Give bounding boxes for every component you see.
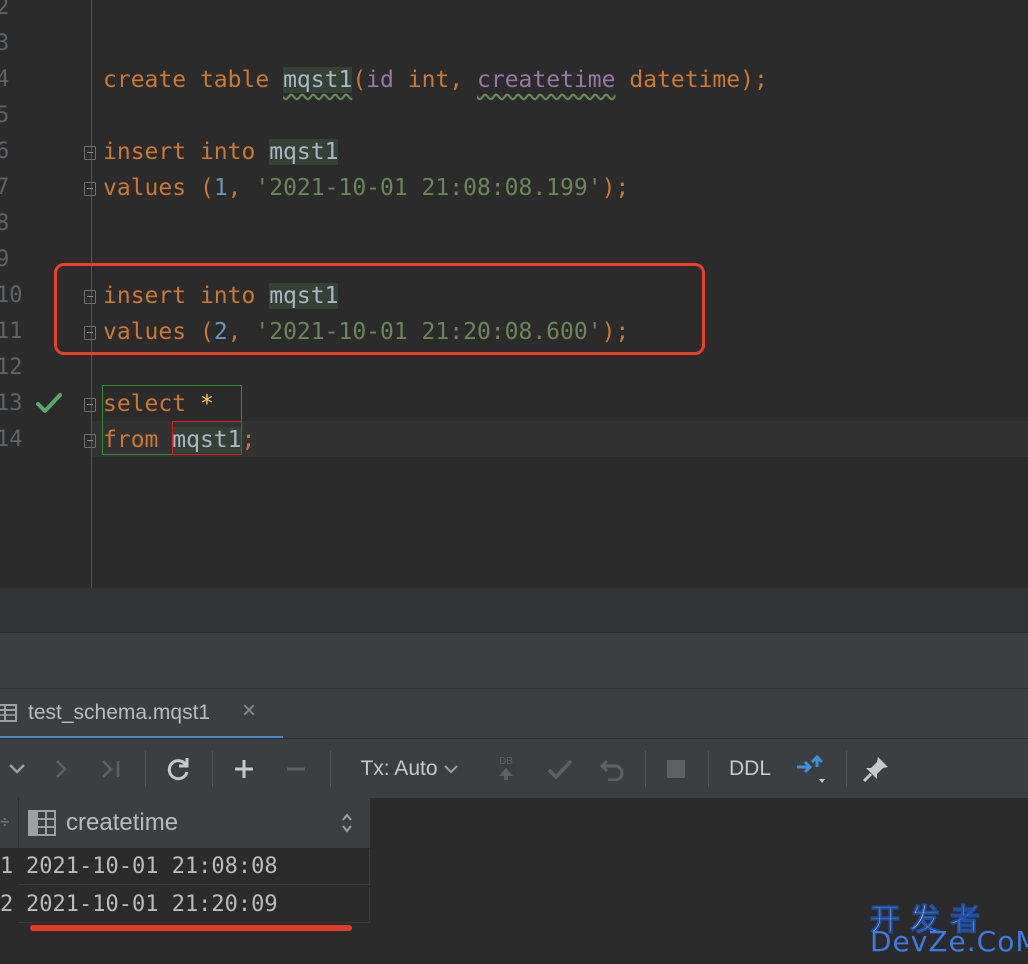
last-page-icon[interactable] [94,739,128,799]
delete-row-icon[interactable] [278,739,314,799]
type-keyword: datetime [629,67,741,93]
keyword: into [199,139,256,165]
transaction-mode-dropdown[interactable]: Tx: Auto [348,739,470,799]
type-keyword: int [407,67,450,93]
stop-icon[interactable] [656,739,696,799]
toolbar-separator [212,751,213,787]
column-header-label: createtime [66,809,179,836]
chevron-down-icon [443,765,458,774]
code-line[interactable]: insert into mqst1 [103,134,339,170]
services-panel-bar [0,632,1028,689]
code-line[interactable]: create table mqst1(id int, createtime da… [103,62,768,98]
fold-marker-icon[interactable] [84,434,96,448]
line-number: 10 [0,283,23,308]
pin-icon[interactable] [856,739,896,799]
add-row-icon[interactable] [226,739,262,799]
tab-label: test_schema.mqst1 [28,701,211,724]
watermark-url: DevZe.CoM [870,925,1028,958]
execution-success-check-icon [36,393,62,413]
punctuation: ); [601,175,630,201]
line-number: 12 [0,355,23,380]
line-number: 7 [0,175,10,200]
line-number: 9 [0,247,10,272]
toolbar-separator [330,751,331,787]
db-label: DB [499,756,513,767]
annotation-underline [30,925,352,931]
fold-marker-icon[interactable] [84,146,96,160]
commit-check-icon[interactable] [540,739,580,799]
results-toolbar: Tx: Auto DB DDL [0,738,1028,799]
string-literal: '2021-10-01 21:08:08.199' [255,175,602,201]
refresh-icon[interactable] [158,739,198,799]
column-icon [28,810,56,836]
keyword: table [199,67,270,93]
table-name: mqst1 [283,67,353,93]
sort-icon[interactable] [341,812,353,834]
fold-marker-icon[interactable] [84,398,96,412]
column-header-createtime[interactable]: ÷ createtime [0,798,370,849]
keyword: create [103,67,187,93]
punctuation: ( [199,175,214,201]
table-reference-highlight [172,421,242,455]
line-number: 5 [0,103,10,128]
fold-marker-icon[interactable] [84,182,96,196]
compare-arrows-icon[interactable] [790,739,834,799]
annotation-highlight-box [54,263,705,355]
row-number: 1 [0,854,14,879]
row-header-icon: ÷ [0,812,10,831]
line-number: 4 [0,67,10,92]
rollback-icon[interactable] [592,739,632,799]
table-cell[interactable]: 2021-10-01 21:20:09 [18,887,370,923]
line-number: 2 [0,0,10,20]
line-number: 14 [0,427,23,452]
punctuation: ; [241,427,256,453]
row-number: 2 [0,892,14,917]
code-line[interactable]: values (1, '2021-10-01 21:08:08.199'); [103,170,629,206]
line-number: 13 [0,391,23,416]
keyword: insert [103,139,187,165]
toolbar-separator [645,751,646,787]
header-divider [18,798,19,848]
toolbar-separator [708,751,709,787]
tab-results[interactable]: test_schema.mqst1 × [0,689,283,739]
chevron-down-icon[interactable] [0,739,34,799]
table-cell[interactable]: 2021-10-01 21:08:08 [18,849,370,885]
line-number: 3 [0,31,10,56]
keyword: values [103,175,187,201]
table-icon [0,704,17,722]
next-page-icon[interactable] [44,739,78,799]
punctuation: ( [352,67,367,93]
results-tabbar: test_schema.mqst1 × [0,688,1028,739]
table-name: mqst1 [269,139,339,165]
number-literal: 1 [213,175,228,201]
toolbar-separator [145,751,146,787]
column-name: id [366,67,394,93]
sql-editor[interactable]: 2 3 4 5 6 7 8 9 10 11 12 13 14 create ta… [0,0,1028,588]
line-number: 6 [0,139,10,164]
ddl-button[interactable]: DDL [722,739,778,799]
punctuation: , [227,175,242,201]
line-number: 11 [0,319,23,344]
toolbar-separator [846,751,847,787]
line-number: 8 [0,211,10,236]
editor-bottom-strip [0,588,1028,632]
transaction-mode-label: Tx: Auto [360,757,438,780]
punctuation: , [449,67,464,93]
db-submit-icon[interactable]: DB [488,739,524,799]
close-icon[interactable]: × [242,697,256,725]
punctuation: ); [740,67,768,93]
column-name: createtime [477,67,616,93]
